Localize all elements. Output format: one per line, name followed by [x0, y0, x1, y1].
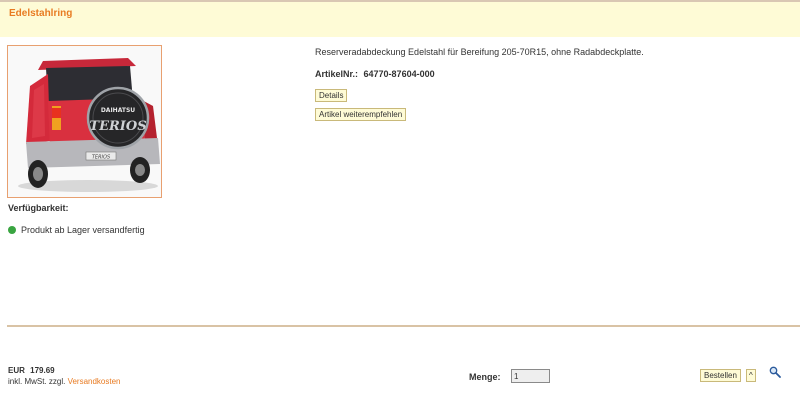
price: EUR 179.69: [8, 366, 55, 375]
car-image: TERIOS DAIHATSU TERIOS: [8, 46, 161, 197]
stock-status: Produkt ab Lager versandfertig: [8, 225, 145, 235]
magnifier-icon[interactable]: [769, 366, 781, 378]
shipping-costs-link[interactable]: Versandkosten: [68, 377, 121, 386]
article-number-value: 64770-87604-000: [363, 69, 435, 79]
product-description: Reserveradabdeckung Edelstahl für Bereif…: [315, 47, 644, 57]
quantity-input[interactable]: [511, 369, 550, 383]
tax-note: inkl. MwSt. zzgl. Versandkosten: [8, 377, 121, 386]
order-button[interactable]: Bestellen: [700, 369, 741, 382]
status-dot-icon: [8, 226, 16, 234]
up-button[interactable]: ^: [746, 369, 756, 382]
price-value: 179.69: [30, 366, 55, 375]
price-currency: EUR: [8, 366, 25, 375]
page-header: Edelstahlring: [0, 0, 800, 37]
product-image[interactable]: TERIOS DAIHATSU TERIOS: [7, 45, 162, 198]
svg-text:DAIHATSU: DAIHATSU: [101, 107, 135, 114]
details-button[interactable]: Details: [315, 89, 348, 102]
svg-text:TERIOS: TERIOS: [92, 155, 111, 161]
recommend-button[interactable]: Artikel weiterempfehlen: [315, 108, 407, 121]
page-title: Edelstahlring: [9, 8, 73, 19]
article-number-label: ArtikelNr.:: [315, 69, 359, 79]
tax-text: inkl. MwSt. zzgl.: [8, 377, 66, 386]
divider: [7, 325, 800, 327]
svg-text:TERIOS: TERIOS: [89, 119, 146, 134]
stock-status-text: Produkt ab Lager versandfertig: [21, 225, 145, 235]
quantity-label: Menge:: [469, 372, 501, 382]
availability-label: Verfügbarkeit:: [8, 203, 69, 213]
article-number: ArtikelNr.: 64770-87604-000: [315, 69, 435, 79]
